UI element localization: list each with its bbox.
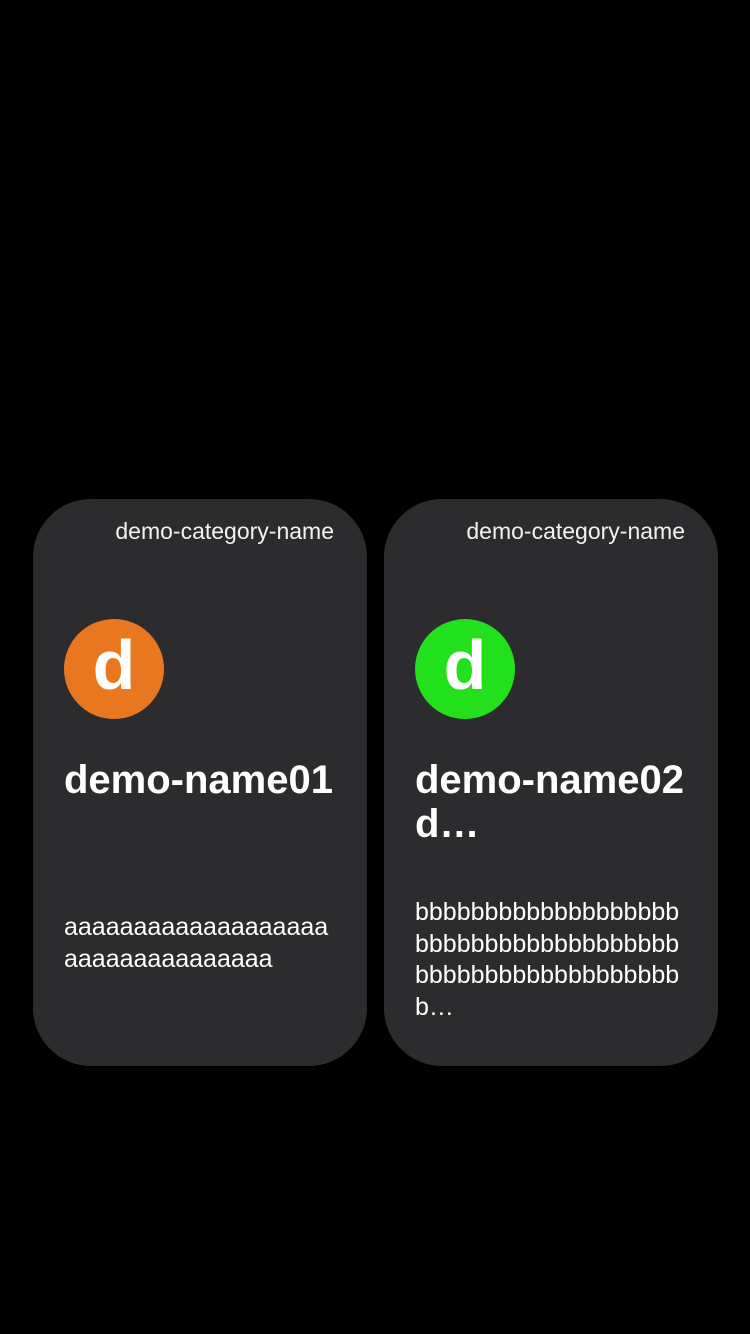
card-title: demo-name02 d… xyxy=(415,758,684,846)
category-label: demo-category-name xyxy=(466,518,685,544)
item-card[interactable]: demo-category-name d demo-name02 d… bbbb… xyxy=(384,499,718,1066)
avatar-icon: d xyxy=(415,619,515,719)
avatar-letter: d xyxy=(92,626,136,704)
item-card[interactable]: demo-category-name d demo-name01 aaaaaaa… xyxy=(33,499,367,1066)
avatar-letter: d xyxy=(443,626,487,704)
card-description: bbbbbbbbbbbbbbbbbbbbbbbbbbbbbbbbbbbbbbbb… xyxy=(415,898,680,1021)
avatar-icon: d xyxy=(64,619,164,719)
card-description: aaaaaaaaaaaaaaaaaaaaaaaaaaaaaaaaaa xyxy=(64,913,329,973)
card-title: demo-name01 xyxy=(64,758,333,802)
category-label: demo-category-name xyxy=(115,518,334,544)
